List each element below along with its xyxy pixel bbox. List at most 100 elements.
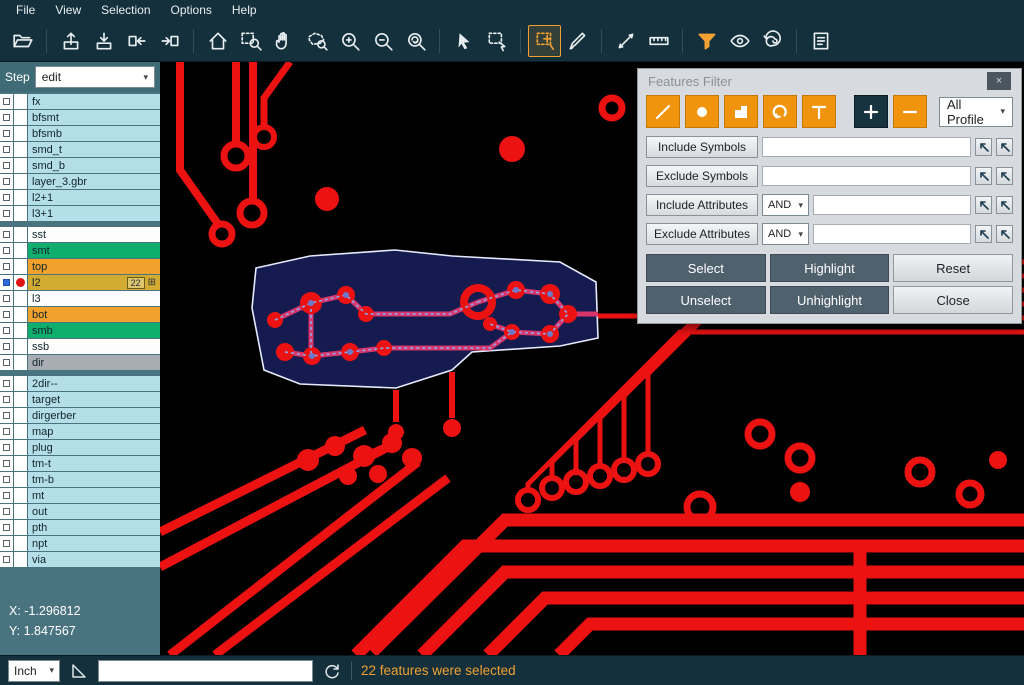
step-forward-icon[interactable] xyxy=(153,25,186,57)
refresh-icon[interactable] xyxy=(322,661,342,681)
layer-dot-slot[interactable] xyxy=(14,174,27,189)
layer-visibility-checkbox[interactable] xyxy=(0,376,13,391)
minus-icon[interactable] xyxy=(893,95,927,128)
unselect-button[interactable]: Unselect xyxy=(646,286,766,314)
layer-visibility-checkbox[interactable] xyxy=(0,355,13,370)
layer-visibility-checkbox[interactable] xyxy=(0,504,13,519)
layer-row-l3+1[interactable]: l3+1 xyxy=(0,206,160,221)
layer-dot-slot[interactable] xyxy=(14,110,27,125)
layer-row-map[interactable]: map xyxy=(0,424,160,439)
layer-row-layer_3.gbr[interactable]: layer_3.gbr xyxy=(0,174,160,189)
layer-row-bot[interactable]: bot xyxy=(0,307,160,322)
layer-visibility-checkbox[interactable] xyxy=(0,408,13,423)
layer-name[interactable]: out xyxy=(28,504,160,519)
layer-row-target[interactable]: target xyxy=(0,392,160,407)
layer-name[interactable]: l3 xyxy=(28,291,160,306)
exclude-symbols-input[interactable] xyxy=(762,166,971,186)
layer-visibility-checkbox[interactable] xyxy=(0,94,13,109)
rect-select-icon[interactable] xyxy=(480,25,513,57)
units-dropdown[interactable]: Inch xyxy=(8,660,60,682)
arc-filter-icon[interactable] xyxy=(763,95,797,128)
layer-name[interactable]: tm-t xyxy=(28,456,160,471)
layer-row-pth[interactable]: pth xyxy=(0,520,160,535)
layer-row-2dir--[interactable]: 2dir-- xyxy=(0,376,160,391)
layer-dot-slot[interactable] xyxy=(14,376,27,391)
exclude-symbols-button[interactable]: Exclude Symbols xyxy=(646,165,758,187)
step-dropdown[interactable]: edit xyxy=(35,66,155,88)
layer-dot-slot[interactable] xyxy=(14,158,27,173)
layer-row-plug[interactable]: plug xyxy=(0,440,160,455)
layer-visibility-checkbox[interactable] xyxy=(0,190,13,205)
layer-name[interactable]: sst xyxy=(28,227,160,242)
layer-name[interactable]: ssb xyxy=(28,339,160,354)
layer-visibility-checkbox[interactable] xyxy=(0,158,13,173)
notes-icon[interactable] xyxy=(804,25,837,57)
layer-name[interactable]: dirgerber xyxy=(28,408,160,423)
layer-name[interactable]: 2dir-- xyxy=(28,376,160,391)
menu-options[interactable]: Options xyxy=(161,0,222,20)
layer-dot-slot[interactable] xyxy=(14,243,27,258)
layer-visibility-checkbox[interactable] xyxy=(0,440,13,455)
close-icon[interactable] xyxy=(987,72,1011,90)
angle-tool-icon[interactable] xyxy=(69,661,89,681)
home-icon[interactable] xyxy=(201,25,234,57)
exclude-attributes-button[interactable]: Exclude Attributes xyxy=(646,223,758,245)
layer-dot-slot[interactable] xyxy=(14,307,27,322)
layer-name[interactable]: mt xyxy=(28,488,160,503)
pick-symbol-icon[interactable] xyxy=(975,167,992,185)
layer-dot-slot[interactable] xyxy=(14,227,27,242)
pick-attribute-add-icon[interactable] xyxy=(996,196,1013,214)
layer-dot-slot[interactable] xyxy=(14,424,27,439)
select-cursor-icon[interactable] xyxy=(447,25,480,57)
layer-row-bfsmb[interactable]: bfsmb xyxy=(0,126,160,141)
layer-name[interactable]: map xyxy=(28,424,160,439)
layer-visibility-checkbox[interactable] xyxy=(0,174,13,189)
include-symbols-button[interactable]: Include Symbols xyxy=(646,136,758,158)
zoom-in-icon[interactable] xyxy=(333,25,366,57)
layer-row-smd_t[interactable]: smd_t xyxy=(0,142,160,157)
layer-visibility-checkbox[interactable] xyxy=(0,275,13,290)
layer-dot-slot[interactable] xyxy=(14,472,27,487)
layer-row-tm-b[interactable]: tm-b xyxy=(0,472,160,487)
layer-row-smb[interactable]: smb xyxy=(0,323,160,338)
include-symbols-input[interactable] xyxy=(762,137,971,157)
pan-hand-icon[interactable] xyxy=(267,25,300,57)
dialog-titlebar[interactable]: Features Filter xyxy=(638,69,1021,93)
unhighlight-button[interactable]: Unhighlight xyxy=(770,286,890,314)
profile-dropdown[interactable]: All Profile xyxy=(939,97,1013,127)
layer-row-tm-t[interactable]: tm-t xyxy=(0,456,160,471)
layer-row-out[interactable]: out xyxy=(0,504,160,519)
layer-visibility-checkbox[interactable] xyxy=(0,456,13,471)
layer-row-npt[interactable]: npt xyxy=(0,536,160,551)
layer-visibility-checkbox[interactable] xyxy=(0,142,13,157)
layer-row-bfsmt[interactable]: bfsmt xyxy=(0,110,160,125)
layer-dot-slot[interactable] xyxy=(14,440,27,455)
layer-visibility-checkbox[interactable] xyxy=(0,206,13,221)
layer-visibility-checkbox[interactable] xyxy=(0,110,13,125)
layer-dot-slot[interactable] xyxy=(14,392,27,407)
select-button[interactable]: Select xyxy=(646,254,766,282)
layer-name[interactable]: bfsmt xyxy=(28,110,160,125)
layer-visibility-checkbox[interactable] xyxy=(0,424,13,439)
eye-icon[interactable] xyxy=(723,25,756,57)
add-icon[interactable] xyxy=(854,95,888,128)
layer-visibility-checkbox[interactable] xyxy=(0,126,13,141)
pick-symbol-add-icon[interactable] xyxy=(996,167,1013,185)
layer-dot-slot[interactable] xyxy=(14,488,27,503)
pick-symbol-icon[interactable] xyxy=(975,138,992,156)
layer-row-dir[interactable]: dir xyxy=(0,355,160,370)
layer-dot-slot[interactable] xyxy=(14,126,27,141)
layer-row-ssb[interactable]: ssb xyxy=(0,339,160,354)
layer-name[interactable]: l2+1 xyxy=(28,190,160,205)
layer-visibility-checkbox[interactable] xyxy=(0,243,13,258)
layer-name[interactable]: dir xyxy=(28,355,160,370)
zoom-window-icon[interactable] xyxy=(234,25,267,57)
layer-row-fx[interactable]: fx xyxy=(0,94,160,109)
menu-selection[interactable]: Selection xyxy=(91,0,160,20)
export-up-icon[interactable] xyxy=(54,25,87,57)
layer-name[interactable]: smd_b xyxy=(28,158,160,173)
layer-name[interactable]: target xyxy=(28,392,160,407)
layer-dot-slot[interactable] xyxy=(14,408,27,423)
layer-visibility-checkbox[interactable] xyxy=(0,552,13,567)
layer-dot-slot[interactable] xyxy=(14,520,27,535)
